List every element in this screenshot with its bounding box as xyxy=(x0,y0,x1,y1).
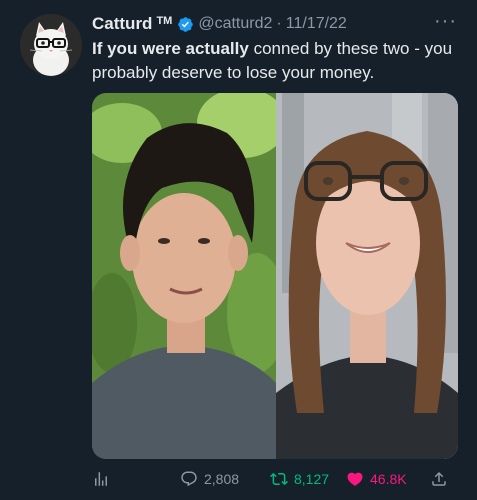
reply-bubble-icon xyxy=(181,471,197,487)
tweet-text-bold: If you were actually xyxy=(92,39,249,58)
photo-right xyxy=(276,93,458,459)
retweet-button[interactable]: 8,127 xyxy=(270,470,329,488)
author-name[interactable]: Catturd xyxy=(92,14,152,34)
views-button[interactable] xyxy=(92,470,110,488)
header-separator: · xyxy=(276,15,282,32)
like-count: 46.8K xyxy=(370,471,407,487)
share-icon xyxy=(432,471,446,486)
author-handle[interactable]: @catturd2 xyxy=(198,15,272,33)
analytics-icon xyxy=(95,472,107,486)
retweet-count: 8,127 xyxy=(294,471,330,487)
retweet-icon xyxy=(270,472,288,486)
tweet-media[interactable] xyxy=(92,93,458,459)
reply-count: 2,808 xyxy=(204,471,240,487)
heart-icon xyxy=(347,472,363,486)
tweet-header: Catturd TM @catturd2 · 11/17/22 ··· xyxy=(92,10,457,35)
tweet-actions: 2,808 8,127 46.8K xyxy=(92,466,458,494)
photo-left xyxy=(92,93,287,459)
tweet-text: If you were actually conned by these two… xyxy=(92,37,462,85)
like-button[interactable]: 46.8K xyxy=(346,470,407,488)
avatar[interactable] xyxy=(20,14,82,76)
reply-button[interactable]: 2,808 xyxy=(180,470,239,488)
more-dots-icon[interactable]: ··· xyxy=(434,10,457,33)
author-name-suffix: TM xyxy=(156,15,173,27)
tweet-date[interactable]: 11/17/22 xyxy=(286,15,347,33)
tweet-card[interactable]: Catturd TM @catturd2 · 11/17/22 ··· If y… xyxy=(0,0,477,500)
share-button[interactable] xyxy=(430,470,448,488)
verified-badge-icon xyxy=(178,16,194,32)
